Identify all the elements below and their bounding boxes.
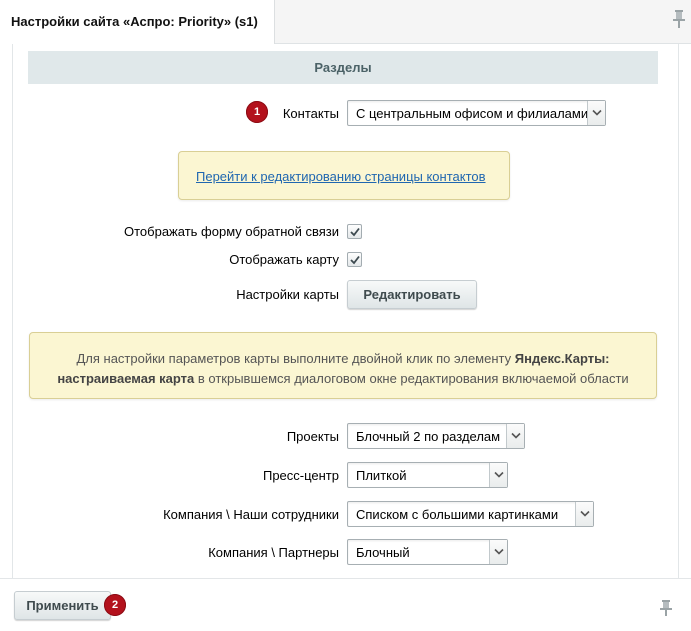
map-info-text-1: Для настройки параметров карты выполните… <box>76 351 512 366</box>
employees-label: Компания \ Наши сотрудники <box>163 507 339 522</box>
feedback-form-label: Отображать форму обратной связи <box>124 224 339 239</box>
edit-contacts-link[interactable]: Перейти к редактированию страницы контак… <box>196 169 486 184</box>
section-title: Разделы <box>28 51 658 84</box>
step-badge-2: 2 <box>104 594 126 616</box>
projects-label: Проекты <box>286 429 339 444</box>
contacts-select-value: С центральным офисом и филиалами <box>356 106 589 121</box>
partners-select[interactable]: Блочный <box>347 539 508 565</box>
contacts-label: Контакты <box>282 106 339 121</box>
chevron-down-icon <box>489 463 507 487</box>
partners-label: Компания \ Партнеры <box>208 545 339 560</box>
partners-select-value: Блочный <box>356 545 410 560</box>
map-settings-label: Настройки карты <box>236 287 339 302</box>
show-map-label: Отображать карту <box>229 252 339 267</box>
pin-icon[interactable] <box>672 9 686 29</box>
map-info-text-2: в открывшемся диалоговом окне редактиров… <box>197 371 629 386</box>
chevron-down-icon <box>506 424 524 448</box>
contacts-note: Перейти к редактированию страницы контак… <box>178 151 510 200</box>
pin-icon[interactable] <box>660 599 672 617</box>
employees-select[interactable]: Списком с большими картинками <box>347 501 594 527</box>
press-center-select-value: Плиткой <box>356 468 407 483</box>
employees-select-value: Списком с большими картинками <box>356 507 559 522</box>
tab-bar: Настройки сайта «Аспро: Priority» (s1) <box>0 0 691 44</box>
press-center-label: Пресс-центр <box>262 468 339 483</box>
chevron-down-icon <box>489 540 507 564</box>
press-center-select[interactable]: Плиткой <box>347 462 508 488</box>
step-badge-1: 1 <box>246 101 268 123</box>
edit-map-button[interactable]: Редактировать <box>347 280 477 309</box>
projects-select-value: Блочный 2 по разделам <box>356 429 501 444</box>
map-info-text: Для настройки параметров карты выполните… <box>48 349 638 389</box>
tab-settings[interactable]: Настройки сайта «Аспро: Priority» (s1) <box>0 0 275 44</box>
chevron-down-icon <box>575 502 593 526</box>
feedback-form-checkbox[interactable] <box>347 224 362 239</box>
contacts-select[interactable]: С центральным офисом и филиалами <box>347 100 606 126</box>
tab-title: Настройки сайта «Аспро: Priority» (s1) <box>11 14 258 29</box>
apply-button[interactable]: Применить <box>14 591 111 620</box>
chevron-down-icon <box>587 101 605 125</box>
show-map-checkbox[interactable] <box>347 252 362 267</box>
projects-select[interactable]: Блочный 2 по разделам <box>347 423 525 449</box>
